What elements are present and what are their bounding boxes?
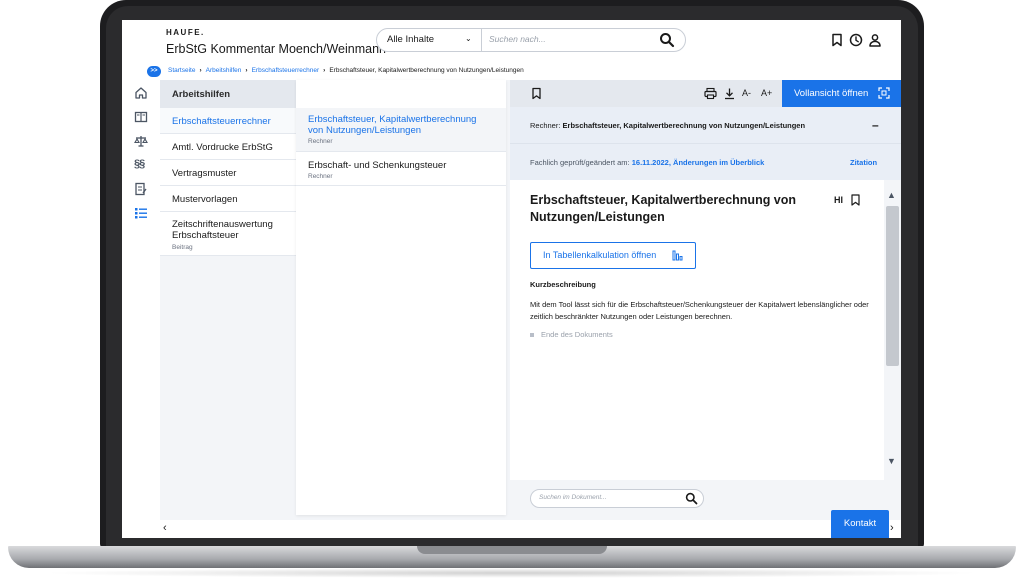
result-item[interactable]: Erbschaft- und Schenkungsteuer Rechner	[296, 152, 506, 186]
breadcrumb-link-arbeitshilfen[interactable]: Arbeitshilfen	[206, 67, 242, 74]
search-icon[interactable]	[685, 492, 698, 505]
user-icon[interactable]	[868, 33, 882, 47]
full-view-button[interactable]: Vollansicht öffnen	[782, 80, 901, 107]
document-end: Ende des Dokuments	[530, 330, 613, 339]
review-date: 16.11.2022,	[631, 158, 671, 167]
end-marker-icon	[530, 333, 534, 338]
document-toolbar: A- A+ Vollansicht öffnen	[510, 80, 901, 107]
document-meta: Fachlich geprüft/geändert am: 16.11.2022…	[510, 143, 901, 180]
results-list: Erbschaftsteuer, Kapitalwertberechnung v…	[296, 80, 506, 515]
chevron-up-icon[interactable]: ▲	[887, 190, 896, 200]
section-text: Mit dem Tool lässt sich für die Erbschaf…	[530, 300, 869, 321]
result-title: Erbschaftsteuer, Kapitalwertberechnung v…	[308, 114, 477, 136]
search-divider	[481, 29, 482, 51]
paragraph-icon[interactable]: §§	[134, 158, 148, 172]
document-search-input[interactable]: Suchen im Dokument...	[539, 494, 607, 501]
breadcrumb-separator: ›	[245, 67, 248, 74]
contact-button[interactable]: Kontakt	[831, 510, 889, 538]
open-spreadsheet-button[interactable]: In Tabellenkalkulation öffnen	[530, 242, 696, 269]
document-search: Suchen im Dokument...	[530, 489, 704, 508]
document-body: Erbschaftsteuer, Kapitalwertberechnung v…	[510, 180, 884, 480]
list-icon[interactable]	[134, 206, 148, 220]
nav-item-vertragsmuster[interactable]: Vertragsmuster	[160, 160, 296, 186]
spreadsheet-icon	[672, 250, 683, 261]
product-title: ErbStG Kommentar Moench/Weinmann	[166, 42, 387, 56]
laptop-shadow	[40, 568, 984, 578]
section-heading: Kurzbeschreibung	[530, 280, 596, 289]
bookmark-icon[interactable]	[850, 194, 861, 206]
scroll-thumb[interactable]	[886, 206, 899, 366]
review-label: Fachlich geprüft/geändert am:	[530, 158, 630, 167]
breadcrumb-link-home[interactable]: Startseite	[168, 67, 195, 74]
document-end-label: Ende des Dokuments	[541, 330, 613, 339]
download-icon[interactable]	[723, 87, 736, 100]
nav-item-erbschaftsteuerrechner[interactable]: Erbschaftsteuerrechner	[160, 108, 296, 134]
icon-rail: §§	[122, 80, 160, 538]
expand-icon	[878, 87, 890, 99]
calculator-name: Erbschaftsteuer, Kapitalwertberechnung v…	[562, 121, 806, 130]
document-scrollbar[interactable]: ▲ ▼	[884, 180, 901, 480]
scales-icon[interactable]	[134, 134, 148, 148]
calculator-label: Rechner:	[530, 121, 561, 130]
document-title: Erbschaftsteuer, Kapitalwertberechnung v…	[530, 193, 797, 224]
expand-sidebar-button[interactable]: >>	[147, 66, 161, 77]
print-icon[interactable]	[704, 87, 717, 100]
bookmark-icon[interactable]	[530, 87, 543, 100]
full-view-label: Vollansicht öffnen	[794, 88, 869, 99]
result-item[interactable]: Erbschaftsteuer, Kapitalwertberechnung v…	[296, 108, 506, 152]
nav-item-label: Vertragsmuster	[172, 168, 237, 179]
calculator-info-bar: Rechner: Erbschaftsteuer, Kapitalwertber…	[510, 107, 901, 143]
haufe-logo[interactable]: HAUFE.	[166, 28, 205, 37]
nav-item-label: Erbschaftsteuerrechner	[172, 116, 271, 127]
changes-overview-link[interactable]: Änderungen im Überblick	[673, 158, 764, 167]
breadcrumb-trail: Startseite › Arbeitshilfen › Erbschaftsteuer…	[168, 67, 524, 74]
font-larger-button[interactable]: A+	[761, 88, 772, 98]
nav-item-mustervorlagen[interactable]: Mustervorlagen	[160, 186, 296, 212]
open-spreadsheet-label: In Tabellenkalkulation öffnen	[543, 250, 657, 260]
global-search: Alle Inhalte ⌄ Suchen nach...	[376, 28, 686, 52]
chevron-down-icon[interactable]: ▼	[887, 456, 896, 466]
nav-item-vordrucke[interactable]: Amtl. Vordrucke ErbStG	[160, 134, 296, 160]
arbeitshilfen-nav: Arbeitshilfen Erbschaftsteuerrechner Amt…	[160, 80, 296, 520]
bookmark-icon[interactable]	[830, 33, 844, 47]
home-icon[interactable]	[134, 86, 148, 100]
breadcrumb-separator: ›	[199, 67, 202, 74]
laptop-notch	[417, 546, 607, 554]
horizontal-scrollbar[interactable]: ‹ ›	[160, 520, 901, 538]
chevron-right-icon[interactable]: ›	[890, 522, 894, 534]
breadcrumb: >> Startseite › Arbeitshilfen › Erbschaftste…	[122, 64, 901, 80]
citation-link[interactable]: Zitation	[850, 158, 877, 167]
nav-item-label: Zeitschriftenauswertung Erbschaftsteuer	[172, 219, 273, 241]
breadcrumb-current: Erbschaftsteuer, Kapitalwertberechnung v…	[329, 67, 524, 74]
book-icon[interactable]	[134, 110, 148, 124]
breadcrumb-link-rechner[interactable]: Erbschaftsteuerrechner	[252, 67, 320, 74]
chevron-left-icon[interactable]: ‹	[163, 522, 167, 534]
collapse-button[interactable]: –	[872, 118, 879, 132]
app-screen: HAUFE. ErbStG Kommentar Moench/Weinmann …	[122, 20, 901, 538]
form-icon[interactable]	[134, 182, 148, 196]
search-input[interactable]: Suchen nach...	[489, 34, 649, 44]
chevron-down-icon[interactable]: ⌄	[465, 34, 472, 43]
result-title: Erbschaft- und Schenkungsteuer	[308, 160, 447, 171]
nav-item-label: Amtl. Vordrucke ErbStG	[172, 142, 273, 153]
font-smaller-button[interactable]: A-	[742, 88, 751, 98]
result-type: Rechner	[308, 173, 333, 180]
search-icon[interactable]	[659, 32, 675, 48]
nav-item-zeitschriftenauswertung[interactable]: Zeitschriftenauswertung Erbschaftsteuer …	[160, 212, 296, 256]
result-type: Rechner	[308, 138, 333, 145]
app-header: HAUFE. ErbStG Kommentar Moench/Weinmann …	[122, 20, 901, 64]
nav-item-type: Beitrag	[172, 244, 193, 251]
search-scope-select[interactable]: Alle Inhalte	[387, 34, 434, 45]
breadcrumb-separator: ›	[323, 67, 326, 74]
history-icon[interactable]	[849, 33, 863, 47]
nav-heading: Arbeitshilfen	[160, 80, 296, 108]
hi-badge: HI	[834, 195, 843, 205]
document-panel: A- A+ Vollansicht öffnen Rechner: Erbsch…	[510, 80, 901, 538]
nav-item-label: Mustervorlagen	[172, 194, 238, 205]
